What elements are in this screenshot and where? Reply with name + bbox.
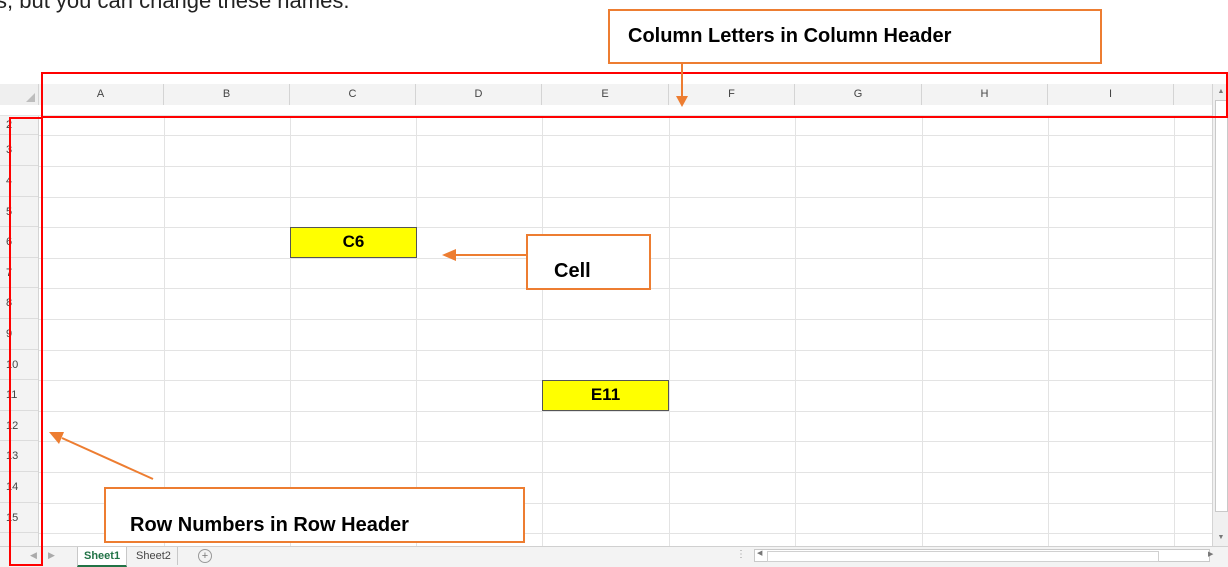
row-header-callout: Row Numbers in Row Header xyxy=(104,487,525,543)
cell-callout: Cell xyxy=(526,234,651,290)
row-callout-arrowhead xyxy=(49,432,64,444)
column-callout-arrowhead xyxy=(676,96,688,107)
cell-callout-arrowhead xyxy=(442,249,456,261)
row-callout-arrow xyxy=(61,437,154,480)
column-header-callout: Column Letters in Column Header xyxy=(608,9,1102,64)
